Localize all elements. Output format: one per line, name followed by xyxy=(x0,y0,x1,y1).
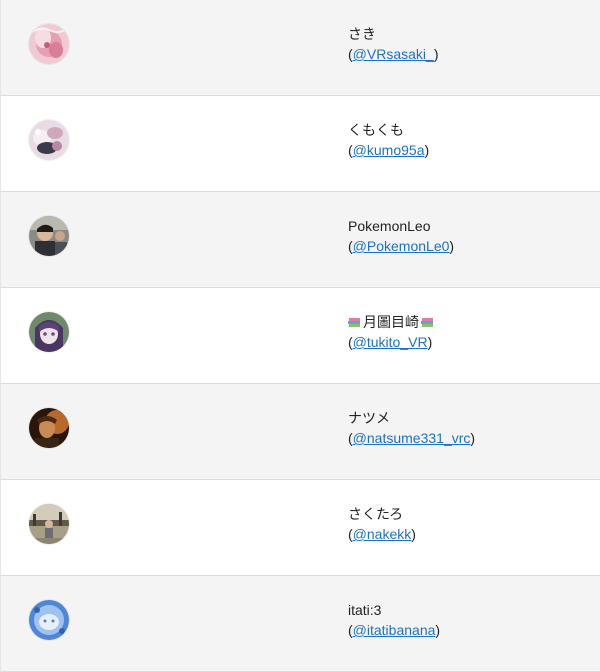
avatar[interactable] xyxy=(29,312,69,352)
display-name: さくたろ xyxy=(348,506,404,522)
avatar-purple-anime-icon xyxy=(29,312,69,352)
display-name: さき xyxy=(348,26,376,42)
handle-line: (@tukito_VR) xyxy=(348,334,433,350)
handle-link[interactable]: @VRsasaki_ xyxy=(353,46,434,62)
user-info: くもくも (@kumo95a) xyxy=(348,120,429,160)
handle-link[interactable]: @itatibanana xyxy=(353,622,436,638)
handle-link[interactable]: @PokemonLe0 xyxy=(353,238,450,254)
avatar[interactable] xyxy=(29,120,69,160)
handle-line: (@PokemonLe0) xyxy=(348,238,455,254)
user-list: さき (@VRsasaki_) くもくも (@kumo95a) PokemonL… xyxy=(0,0,600,672)
list-item: ナツメ (@natsume331_vrc) xyxy=(1,384,600,480)
list-item: itati:3 (@itatibanana) xyxy=(1,576,600,672)
handle-link[interactable]: @kumo95a xyxy=(353,142,425,158)
avatar-outdoor-photo-icon xyxy=(29,504,69,544)
avatar[interactable] xyxy=(29,408,69,448)
display-name: 月圖目崎 xyxy=(363,314,419,330)
avatar-photo-people-icon xyxy=(29,216,69,256)
avatar[interactable] xyxy=(29,216,69,256)
display-name: くもくも xyxy=(348,122,404,138)
user-info: さき (@VRsasaki_) xyxy=(348,24,438,64)
user-info: ナツメ (@natsume331_vrc) xyxy=(348,408,475,448)
books-icon xyxy=(421,318,433,327)
avatar-pink-anime-icon xyxy=(29,24,69,64)
avatar[interactable] xyxy=(29,600,69,640)
handle-link[interactable]: @tukito_VR xyxy=(353,334,428,350)
list-item: さくたろ (@nakekk) xyxy=(1,480,600,576)
list-item: さき (@VRsasaki_) xyxy=(1,0,600,96)
books-icon xyxy=(348,318,360,327)
list-item: 月圖目崎 (@tukito_VR) xyxy=(1,288,600,384)
display-name: itati:3 xyxy=(348,602,382,618)
avatar-blue-creature-icon xyxy=(29,600,69,640)
avatar[interactable] xyxy=(29,24,69,64)
user-info: itati:3 (@itatibanana) xyxy=(348,600,440,640)
user-info: 月圖目崎 (@tukito_VR) xyxy=(348,312,434,352)
handle-line: (@kumo95a) xyxy=(348,142,430,158)
handle-line: (@natsume331_vrc) xyxy=(348,430,476,446)
handle-line: (@itatibanana) xyxy=(348,622,441,638)
display-name: ナツメ xyxy=(348,410,390,426)
avatar[interactable] xyxy=(29,504,69,544)
avatar-cloud-cat-icon xyxy=(29,120,69,160)
user-info: さくたろ (@nakekk) xyxy=(348,504,416,544)
handle-line: (@nakekk) xyxy=(348,526,416,542)
user-info: PokemonLeo (@PokemonLe0) xyxy=(348,216,454,256)
list-item: くもくも (@kumo95a) xyxy=(1,96,600,192)
handle-line: (@VRsasaki_) xyxy=(348,46,439,62)
display-name-line: 月圖目崎 xyxy=(348,312,434,332)
display-name: PokemonLeo xyxy=(348,218,431,234)
list-item: PokemonLeo (@PokemonLe0) xyxy=(1,192,600,288)
handle-link[interactable]: @natsume331_vrc xyxy=(353,430,471,446)
avatar-brown-character-icon xyxy=(29,408,69,448)
handle-link[interactable]: @nakekk xyxy=(353,526,412,542)
